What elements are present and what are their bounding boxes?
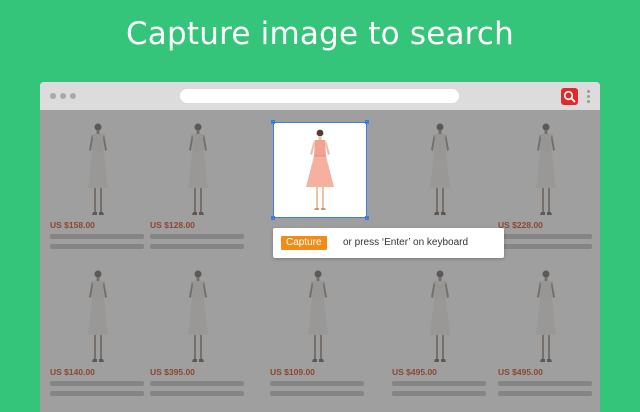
resize-handle[interactable] — [271, 120, 275, 124]
search-extension-button[interactable] — [561, 88, 578, 105]
resize-handle[interactable] — [365, 120, 369, 124]
headline: Capture image to search — [125, 16, 515, 52]
browser-window: US $158.00US $128.00US $228.00US $140.00… — [40, 82, 600, 412]
search-icon — [563, 90, 576, 103]
resize-handle[interactable] — [365, 216, 369, 220]
window-dot — [50, 93, 56, 99]
selected-dress-image — [306, 129, 334, 210]
capture-hint: or press ‘Enter’ on keyboard — [343, 237, 469, 248]
window-dot — [70, 93, 76, 99]
address-bar[interactable] — [180, 89, 459, 103]
capture-tooltip: Capture or press ‘Enter’ on keyboard — [273, 228, 504, 258]
browser-toolbar — [40, 82, 600, 110]
capture-selection[interactable] — [271, 120, 369, 220]
more-vertical-icon[interactable] — [587, 90, 590, 103]
window-dot — [60, 93, 66, 99]
resize-handle[interactable] — [271, 216, 275, 220]
capture-button[interactable]: Capture — [281, 236, 327, 250]
